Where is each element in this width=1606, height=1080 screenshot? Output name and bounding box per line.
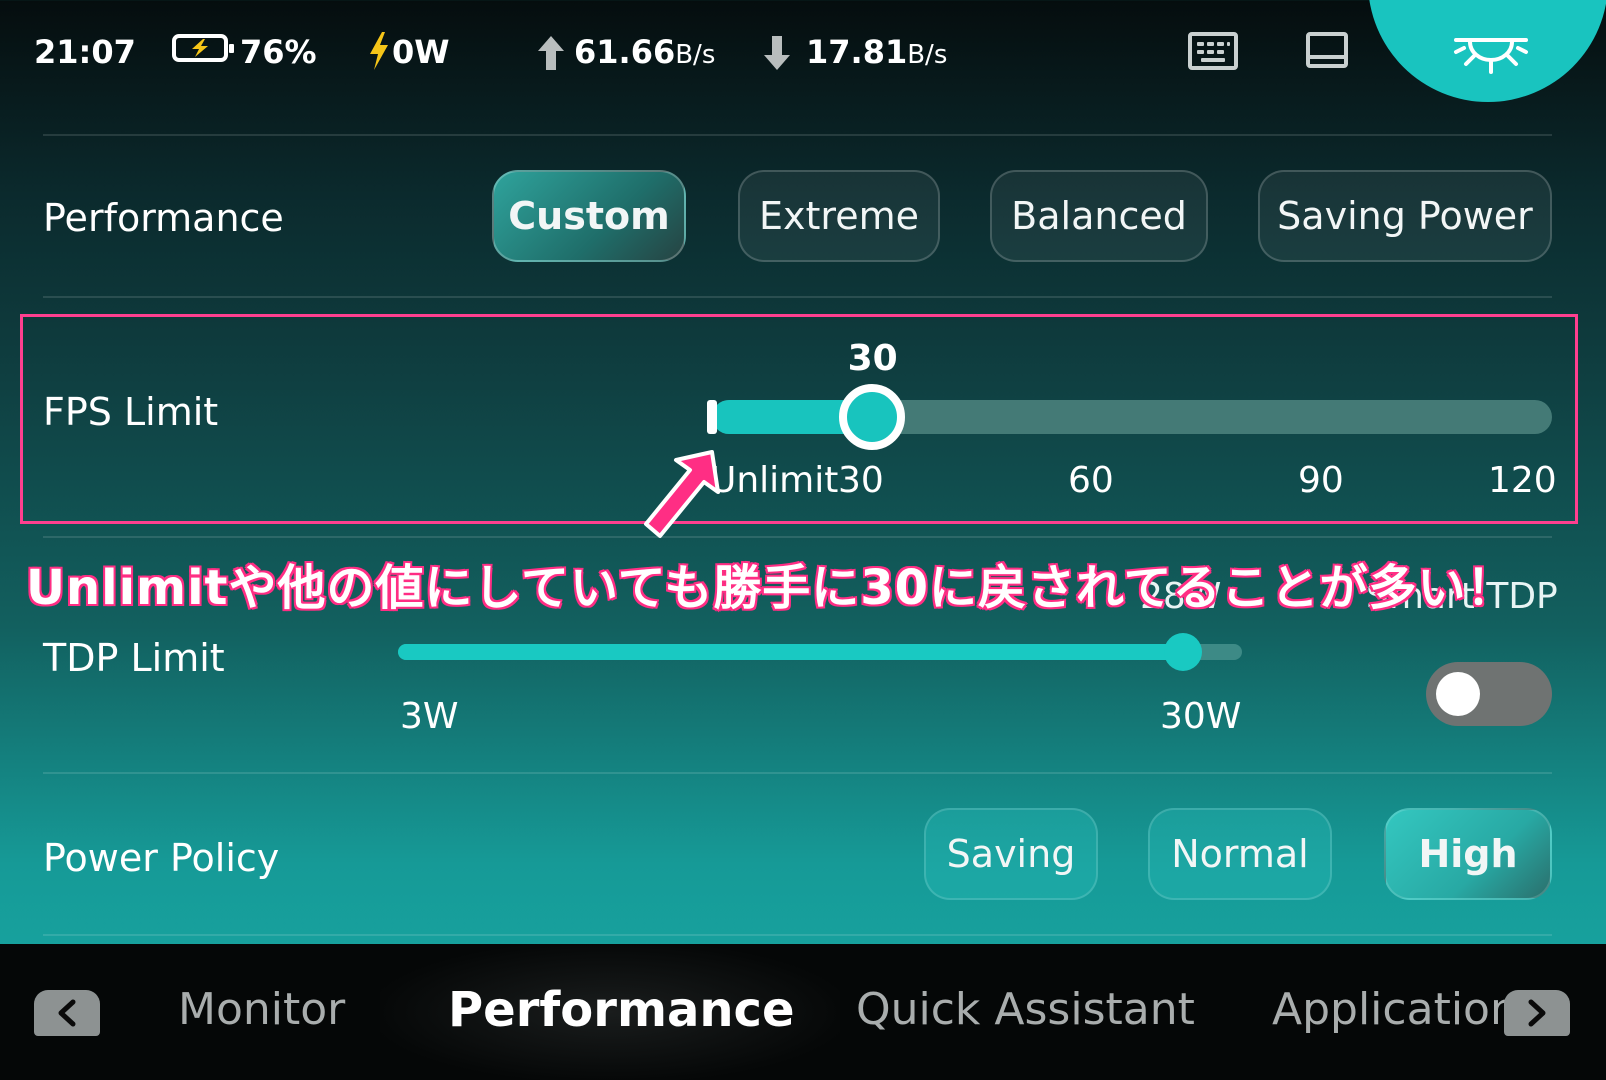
chevron-right-icon [1528,999,1546,1027]
nav-tab-application[interactable]: Application [1272,984,1518,1035]
nav-tab-performance[interactable]: Performance [448,982,795,1038]
tdp-min-label: 3W [400,696,459,737]
fps-slider-handle[interactable] [838,384,905,450]
fps-tick-90: 90 [1298,460,1344,501]
annotation-text: Unlimitや他の値にしていても勝手に30に戻されてることが多い！ [25,559,1517,618]
power-reading: 0W [392,33,450,71]
chevron-left-icon [58,999,76,1027]
fps-value-label: 30 [847,338,898,379]
smart-tdp-toggle-knob [1436,672,1480,716]
light-sun-icon [1454,38,1528,74]
download-unit: B/s [907,40,948,70]
fps-tick-60: 60 [1068,460,1114,501]
power-policy-label: Power Policy [43,836,280,880]
fps-limit-label: FPS Limit [43,390,219,434]
tdp-slider-fill [398,644,1183,660]
nav-tab-quick-assistant[interactable]: Quick Assistant [856,984,1195,1035]
performance-label: Performance [43,196,284,240]
tdp-max-label: 30W [1160,696,1242,737]
nav-next-button[interactable] [1504,990,1570,1036]
policy-normal-button[interactable]: Normal [1148,808,1332,900]
download-value: 17.81 [806,33,908,71]
tdp-slider-handle[interactable] [1163,633,1202,671]
mode-saving-power-button[interactable]: Saving Power [1258,170,1552,262]
divider [43,536,1552,538]
download-speed: 17.81B/s [806,30,947,74]
policy-saving-button[interactable]: Saving [924,808,1098,900]
policy-high-button[interactable]: High [1384,808,1552,900]
nav-prev-button[interactable] [34,990,100,1036]
upload-unit: B/s [675,40,716,70]
upload-speed: 61.66B/s [574,30,715,74]
battery-icon [172,34,234,62]
fps-tick-30: 30 [838,460,884,501]
fps-tick-120: 120 [1488,460,1557,501]
power-bolt-icon [370,32,388,70]
upload-arrow-icon [538,36,564,70]
divider [43,934,1552,936]
divider [43,772,1552,774]
nav-tab-monitor[interactable]: Monitor [178,984,345,1035]
download-arrow-icon [764,36,790,70]
clock: 21:07 [34,33,136,71]
tdp-limit-label: TDP Limit [43,636,225,680]
tablet-icon[interactable] [1306,32,1348,68]
keyboard-icon[interactable] [1188,32,1238,70]
annotation-arrow-icon [644,450,720,538]
battery-percent: 76% [240,33,317,71]
mode-extreme-button[interactable]: Extreme [738,170,940,262]
fps-slider-start-marker [707,400,717,434]
mode-balanced-button[interactable]: Balanced [990,170,1208,262]
mode-custom-button[interactable]: Custom [492,170,686,262]
upload-value: 61.66 [574,33,676,71]
divider [43,134,1552,136]
divider [43,296,1552,298]
